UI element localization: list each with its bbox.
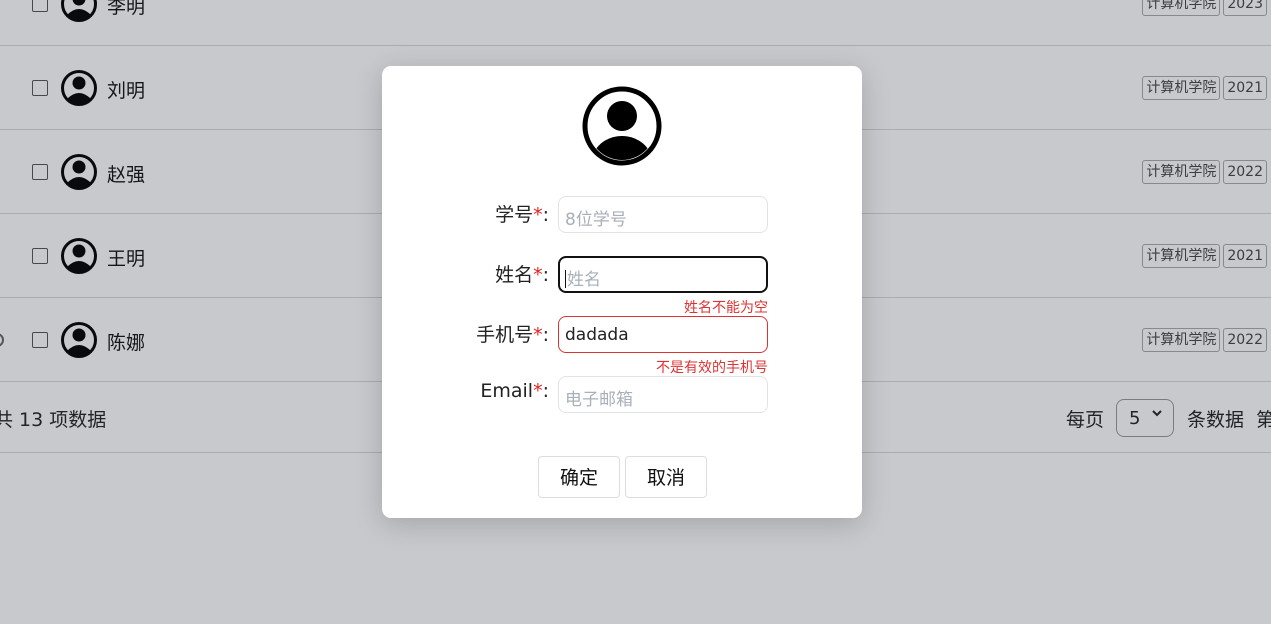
name-error-message: 姓名不能为空 [684, 300, 768, 316]
email-input[interactable]: 电子邮箱 [558, 376, 768, 413]
student-id-input[interactable]: 8位学号 [558, 196, 768, 233]
name-placeholder: 姓名 [567, 270, 601, 290]
email-label: Email*: [480, 380, 549, 402]
phone-error-message: 不是有效的手机号 [656, 360, 768, 376]
cancel-button[interactable]: 取消 [625, 456, 707, 498]
add-student-dialog: 学号*: 8位学号 姓名*: 姓名 姓名不能为空 手机号*: dadada 不是… [382, 66, 862, 518]
phone-label: 手机号*: [476, 324, 549, 346]
text-cursor [565, 270, 566, 288]
student-id-label: 学号*: [495, 204, 549, 226]
name-input[interactable]: 姓名 [558, 256, 768, 293]
user-avatar-icon [582, 86, 662, 166]
confirm-button[interactable]: 确定 [538, 456, 620, 498]
name-label: 姓名*: [495, 264, 549, 286]
phone-input[interactable]: dadada [558, 316, 768, 353]
